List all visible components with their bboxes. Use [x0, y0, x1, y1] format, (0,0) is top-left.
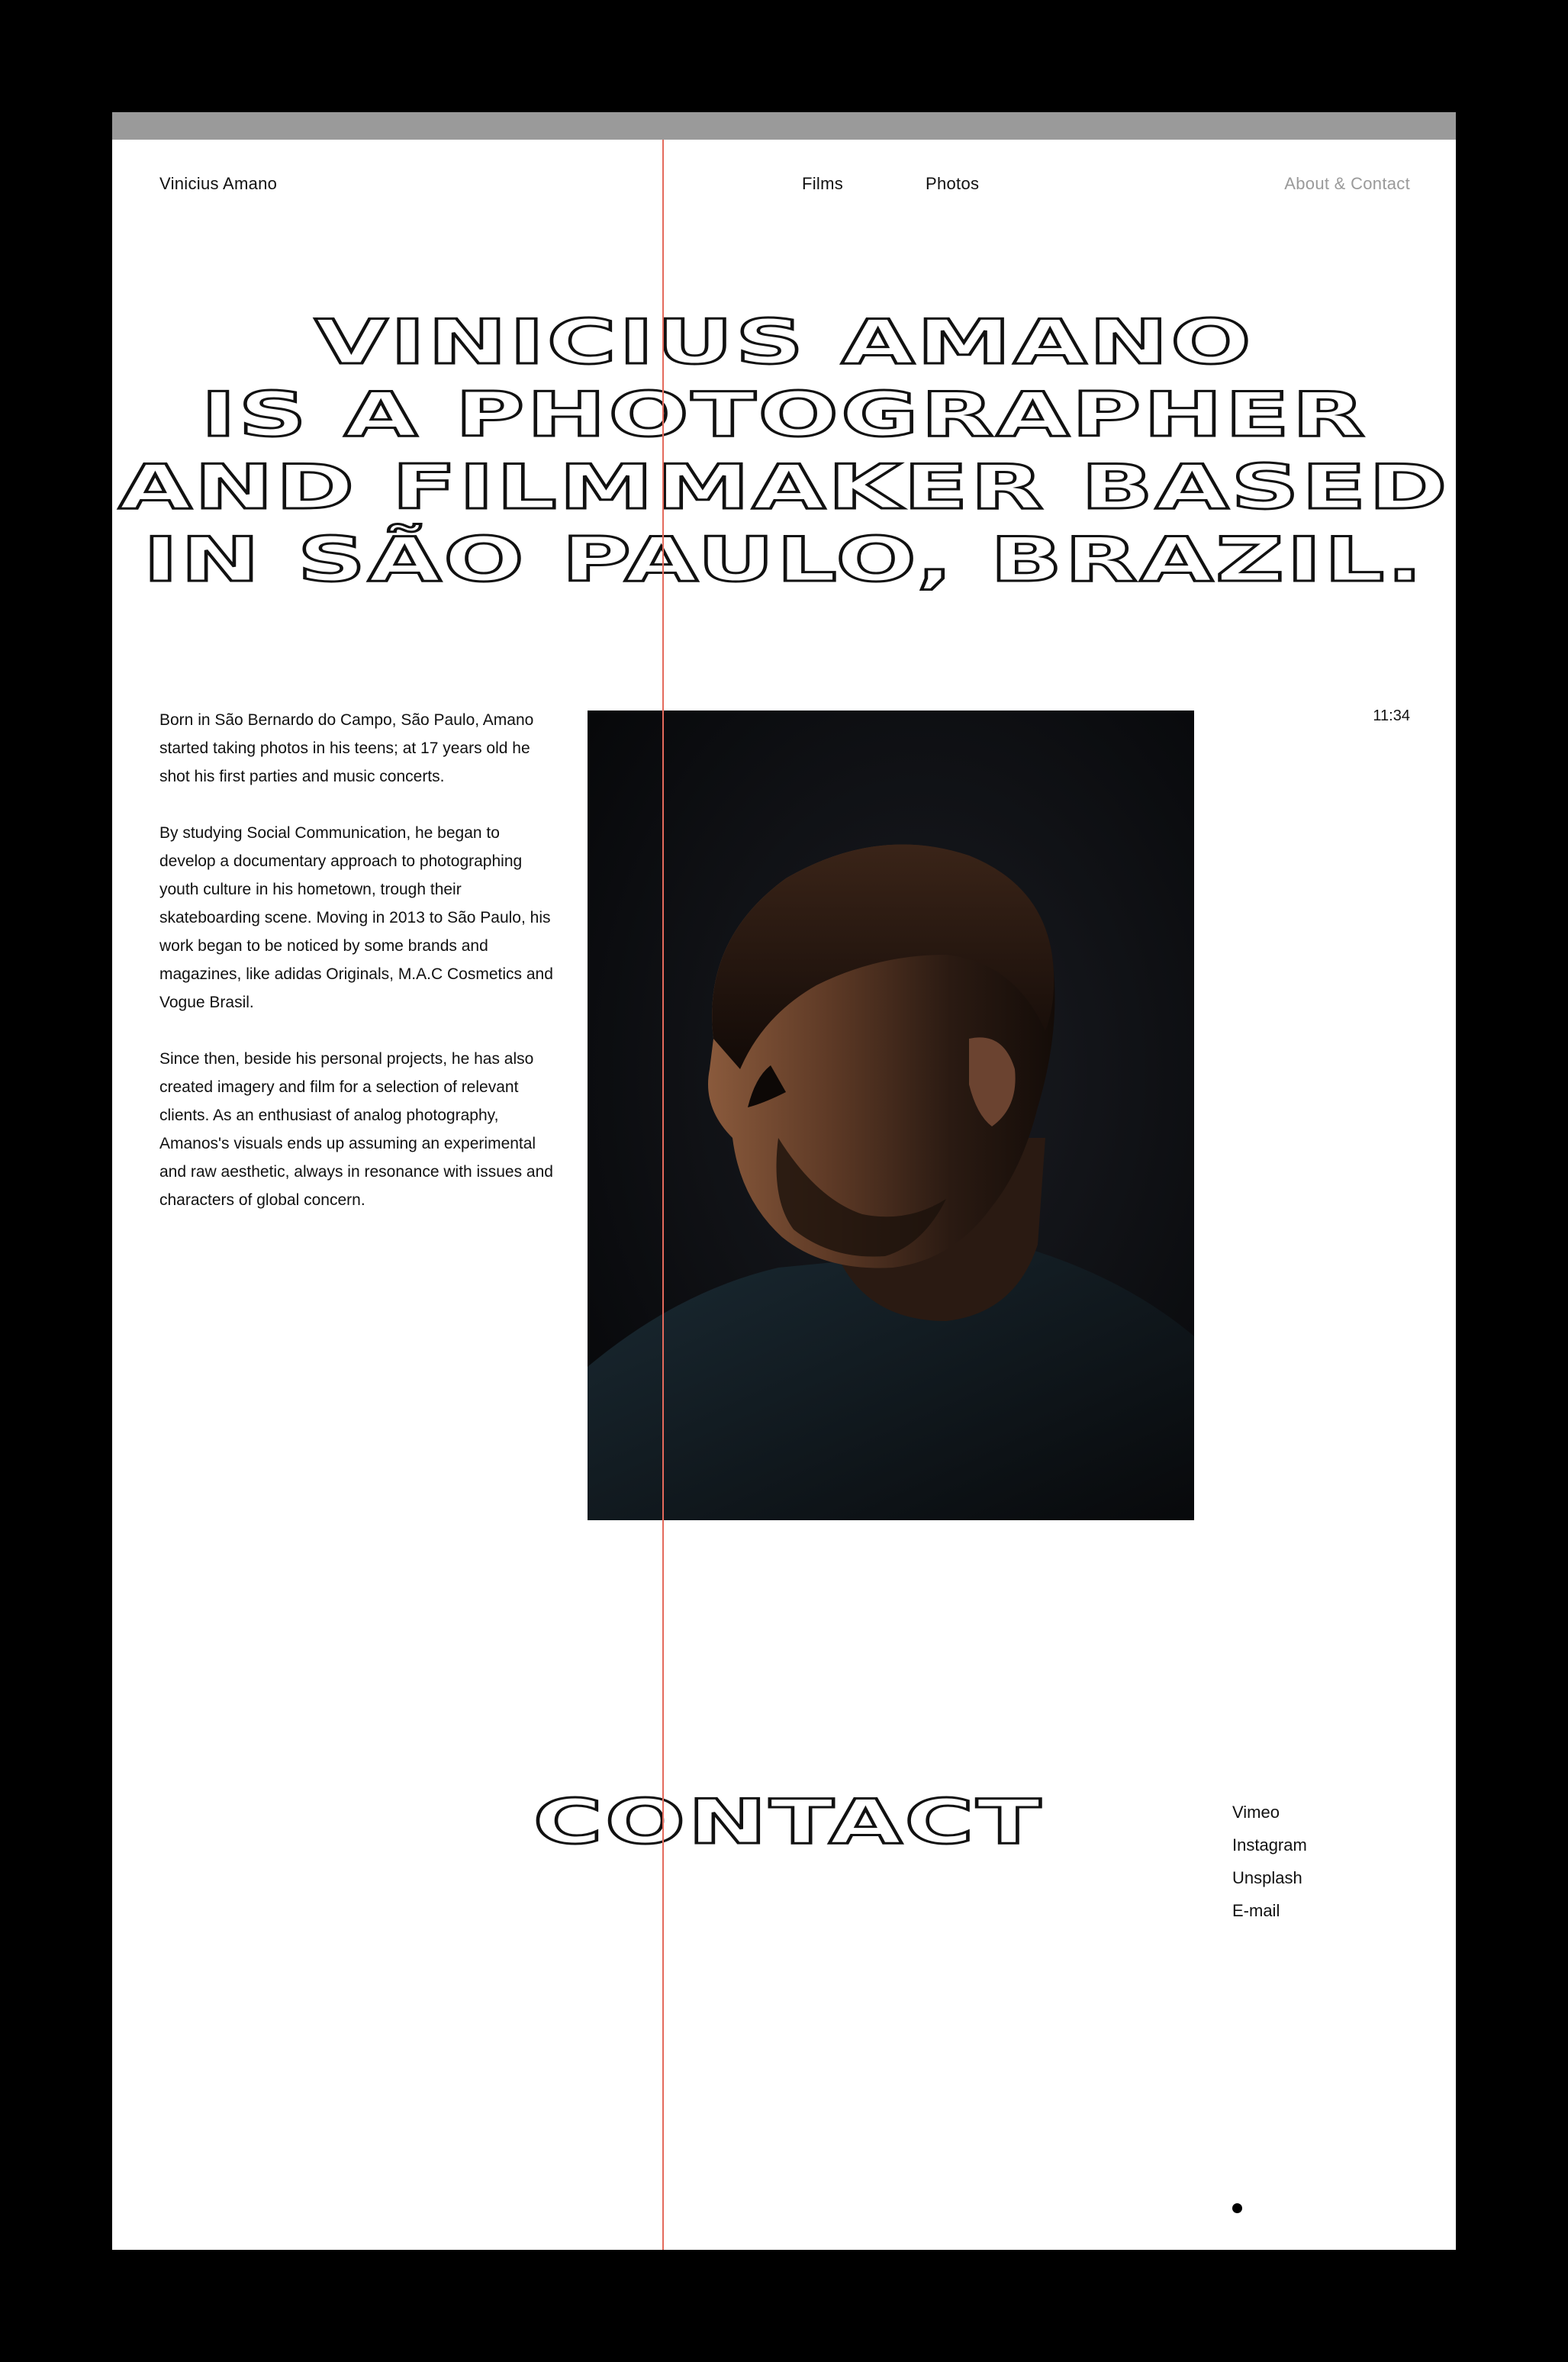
- social-link-unsplash[interactable]: Unsplash: [1232, 1861, 1307, 1894]
- hero-headline: VINICIUS AMANO IS A PHOTOGRAPHER AND FIL…: [112, 306, 1456, 597]
- nav-about-contact-link[interactable]: About & Contact: [1284, 176, 1410, 192]
- layout-guide-line: [662, 140, 664, 2250]
- bio-paragraph-3: Since then, beside his personal projects…: [159, 1050, 553, 1209]
- bio-paragraph-1: Born in São Bernardo do Campo, São Paulo…: [159, 711, 534, 785]
- portrait-illustration: [588, 711, 1194, 1520]
- social-links-list: Vimeo Instagram Unsplash E-mail: [1232, 1796, 1307, 1927]
- bio-paragraph-2: By studying Social Communication, he beg…: [159, 824, 553, 1011]
- browser-window: Vinicius Amano Films Photos About & Cont…: [112, 112, 1456, 2250]
- nav-films-link[interactable]: Films: [802, 176, 843, 192]
- contact-heading: CONTACT: [531, 1786, 1044, 1859]
- biography: Born in São Bernardo do Campo, São Paulo…: [159, 706, 556, 1242]
- window-title-bar: [112, 112, 1456, 140]
- headline-line-3: AND FILMMAKER BASED: [117, 451, 1450, 524]
- social-link-instagram[interactable]: Instagram: [1232, 1829, 1307, 1861]
- cursor-dot: [1232, 2203, 1242, 2213]
- headline-line-1: VINICIUS AMANO: [313, 306, 1254, 379]
- social-link-email[interactable]: E-mail: [1232, 1894, 1307, 1927]
- portrait-photo: [588, 711, 1194, 1520]
- social-link-vimeo[interactable]: Vimeo: [1232, 1796, 1307, 1829]
- headline-line-4: IN SÃO PAULO, BRAZIL.: [141, 524, 1425, 597]
- clock-time: 11:34: [1373, 707, 1410, 724]
- nav-photos-link[interactable]: Photos: [926, 176, 979, 192]
- site-brand-link[interactable]: Vinicius Amano: [159, 176, 277, 192]
- headline-line-2: IS A PHOTOGRAPHER: [199, 379, 1367, 452]
